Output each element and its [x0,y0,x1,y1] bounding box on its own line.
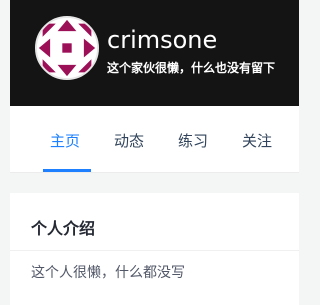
profile-bio: 这个家伙很懒，什么也没有留下 [107,61,276,75]
active-tab-indicator [43,169,91,172]
intro-title: 个人介绍 [31,219,96,238]
profile-tabs: 主页 动态 练习 关注 [10,106,299,173]
tab-practice[interactable]: 练习 [178,131,208,151]
username: crimsone [107,26,218,54]
intro-text: 这个人很懒，什么都没写 [31,265,185,281]
tab-activity[interactable]: 动态 [114,131,144,151]
divider [10,250,299,251]
geometric-avatar-icon [37,18,97,78]
avatar[interactable] [35,16,99,80]
profile-banner: crimsone 这个家伙很懒，什么也没有留下 [10,0,299,106]
intro-card: 个人介绍 这个人很懒，什么都没写 [10,193,299,305]
tab-home[interactable]: 主页 [50,131,80,151]
tab-following[interactable]: 关注 [242,131,272,151]
